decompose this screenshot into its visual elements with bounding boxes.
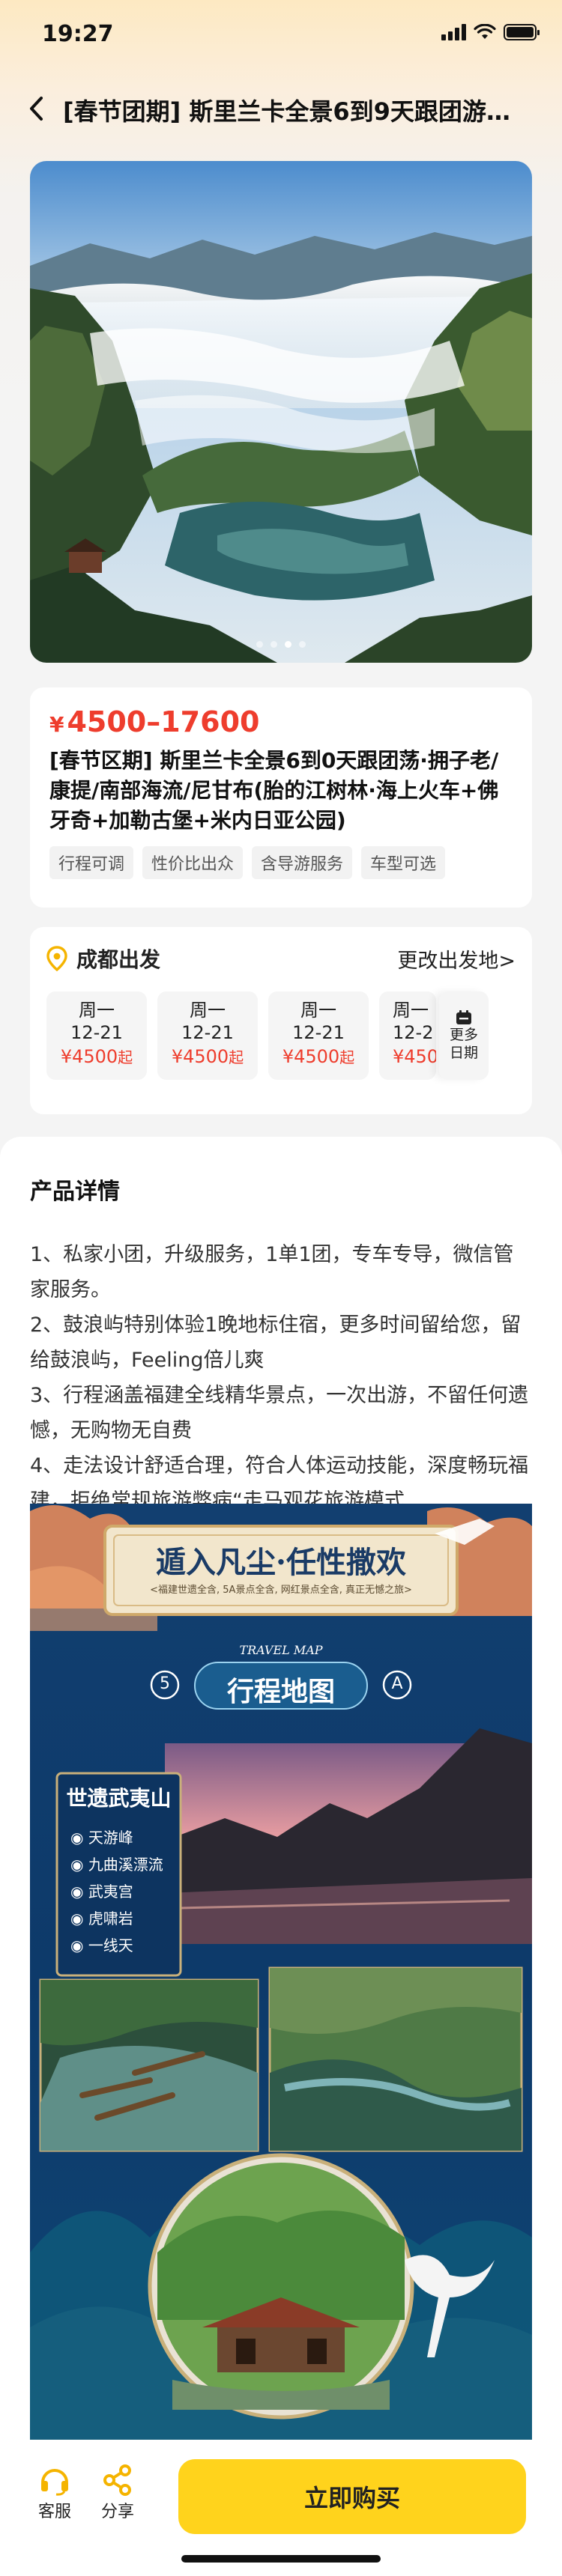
status-icons — [441, 24, 540, 40]
poster-spot-label: 一线天 — [88, 1936, 133, 1954]
section-title: 产品详情 — [30, 1179, 120, 1205]
departure-header: 成都出发 更改出发地> — [46, 942, 516, 975]
poster-spot: ◉ 武夷宫 — [70, 1883, 133, 1901]
date-price-value: ¥4500 — [171, 1046, 229, 1067]
poster-map-title: 行程地图 — [226, 1676, 335, 1707]
date-price: ¥4500起 — [46, 1044, 147, 1070]
poster-vertical-title: 世遗武夷山 — [66, 1786, 172, 1811]
date-day: 12-21 — [70, 1022, 123, 1043]
poster-spot-label: 武夷宫 — [88, 1883, 133, 1901]
currency-symbol: ¥ — [49, 712, 64, 737]
carousel-dot-active[interactable] — [285, 641, 291, 648]
share-button[interactable]: 分享 — [91, 2462, 144, 2522]
location-pin-icon — [46, 946, 67, 971]
departure-date-option[interactable]: 周一 12-21 ¥4500起 — [157, 991, 258, 1080]
poster-headline: 遁入凡尘·任性撒欢 — [156, 1545, 406, 1580]
poster-spot: ◉ 九曲溪漂流 — [70, 1856, 163, 1874]
status-bar: 19:27 — [0, 0, 562, 66]
battery-icon — [504, 24, 540, 40]
date-day: 12-21 — [181, 1022, 234, 1043]
hero-image-carousel[interactable] — [30, 161, 532, 663]
poster-spot-label: 天游峰 — [88, 1829, 133, 1847]
chevron-left-icon — [30, 97, 43, 121]
poster-spot-list: ◉ 天游峰 ◉ 九曲溪漂流 ◉ 武夷宫 ◉ 虎啸岩 ◉ 一线天 — [70, 1824, 183, 1959]
details-line: 1、私家小团，升级服务，1单1团，专车专导，微信管家服务。 — [30, 1243, 514, 1301]
calendar-icon — [456, 1010, 471, 1024]
cellular-signal-icon — [441, 24, 466, 40]
date-weekday: 周一 — [190, 1000, 226, 1021]
date-price: ¥450 — [393, 1044, 436, 1069]
date-price-value: ¥4500 — [282, 1046, 340, 1067]
poster-spot-label: 虎啸岩 — [88, 1910, 133, 1928]
date-price-suffix: 起 — [118, 1048, 133, 1066]
departure-city: 成都出发 — [46, 944, 160, 973]
nav-bar: [春节团期] 斯里兰卡全景6到9天跟团游... — [0, 81, 562, 136]
carousel-dot[interactable] — [256, 641, 263, 648]
back-button[interactable] — [18, 90, 55, 127]
feature-tag: 行程可调 — [49, 846, 134, 879]
poster-badge-right: A — [391, 1674, 403, 1693]
date-price-value: ¥450 — [393, 1046, 436, 1067]
buy-now-button[interactable]: 立即购买 — [178, 2459, 526, 2534]
page-title: [春节团期] 斯里兰卡全景6到9天跟团游... — [63, 97, 513, 126]
status-time: 19:27 — [42, 21, 114, 47]
departure-date-option[interactable]: 周一 12-2 ¥450 — [379, 991, 436, 1080]
departure-date-option[interactable]: 周一 12-21 ¥4500起 — [268, 991, 369, 1080]
details-line: 3、行程涵盖福建全线精华景点，一次出游，不留任何遗憾，无购物无自费 — [30, 1384, 529, 1442]
departure-date-option[interactable]: 周一 12-21 ¥4500起 — [46, 991, 147, 1080]
date-price-suffix: 起 — [229, 1048, 244, 1066]
price-range: ¥4500–17600 — [49, 705, 513, 738]
more-dates-label-2: 日期 — [449, 1045, 478, 1061]
date-weekday: 周一 — [393, 1000, 429, 1021]
feature-tags: 行程可调 性价比出众 含导游服务 车型可选 — [49, 846, 513, 879]
carousel-dot[interactable] — [299, 641, 306, 648]
date-price: ¥4500起 — [157, 1044, 258, 1070]
customer-service-label: 客服 — [37, 2503, 71, 2521]
product-title: [春节区期] 斯里兰卡全景6到0天跟团荡·拥子老/康提/南部海流/尼甘布(胎的江… — [49, 748, 499, 833]
wifi-icon — [474, 24, 496, 39]
headset-icon — [41, 2469, 68, 2496]
poster-map-en: TRAVEL MAP — [239, 1643, 323, 1657]
product-summary-card: ¥4500–17600 [春节区期] 斯里兰卡全景6到0天跟团荡·拥子老/康提/… — [30, 687, 532, 908]
date-weekday: 周一 — [79, 1000, 115, 1021]
share-label: 分享 — [100, 2503, 134, 2521]
feature-tag: 含导游服务 — [252, 846, 353, 879]
home-indicator — [181, 2555, 381, 2563]
poster-spot: ◉ 天游峰 — [70, 1829, 133, 1847]
poster-badge-left: 5 — [160, 1674, 170, 1693]
poster-spot: ◉ 一线天 — [70, 1936, 133, 1954]
feature-tag: 车型可选 — [361, 846, 446, 879]
share-icon — [103, 2464, 131, 2496]
departure-city-label: 成都出发 — [76, 947, 161, 972]
date-weekday: 周一 — [300, 1000, 336, 1021]
bottom-action-bar: 客服 分享 立即购买 — [0, 2440, 562, 2576]
carousel-dot[interactable] — [271, 641, 277, 648]
details-description: 1、私家小团，升级服务，1单1团，专车专导，微信管家服务。 2、鼓浪屿特别体验1… — [30, 1237, 532, 1519]
date-day: 12-2 — [393, 1022, 434, 1043]
price-value: 4500–17600 — [67, 705, 260, 738]
poster-spot-label: 九曲溪漂流 — [88, 1856, 163, 1874]
departure-date-list: 周一 12-21 ¥4500起 周一 12-21 ¥4500起 周一 12-21… — [46, 991, 516, 1080]
details-line: 2、鼓浪屿特别体验1晚地标住宿，更多时间留给您，留给鼓浪屿，Feeling倍儿爽 — [30, 1313, 522, 1372]
poster-subline: <福建世遗全含, 5A景点全含, 网红景点全含, 真正无憾之旅> — [150, 1585, 412, 1596]
poster-spot: ◉ 虎啸岩 — [70, 1910, 133, 1928]
date-price-suffix: 起 — [339, 1048, 355, 1066]
date-day: 12-21 — [292, 1022, 345, 1043]
hero-landscape-image — [30, 161, 532, 663]
date-price-value: ¥4500 — [60, 1046, 118, 1067]
customer-service-button[interactable]: 客服 — [28, 2462, 81, 2522]
more-dates-label-1: 更多 — [449, 1027, 478, 1043]
date-price: ¥4500起 — [268, 1044, 369, 1070]
change-departure-link[interactable]: 更改出发地> — [397, 944, 516, 973]
feature-tag: 性价比出众 — [142, 846, 244, 879]
carousel-indicator — [30, 641, 532, 648]
travel-map-poster: 遁入凡尘·任性撒欢 <福建世遗全含, 5A景点全含, 网红景点全含, 真正无憾之… — [30, 1504, 532, 2440]
more-dates-button[interactable]: 更多 日期 — [439, 991, 489, 1080]
departure-card: 成都出发 更改出发地> 周一 12-21 ¥4500起 周一 12-21 ¥45… — [30, 927, 532, 1114]
